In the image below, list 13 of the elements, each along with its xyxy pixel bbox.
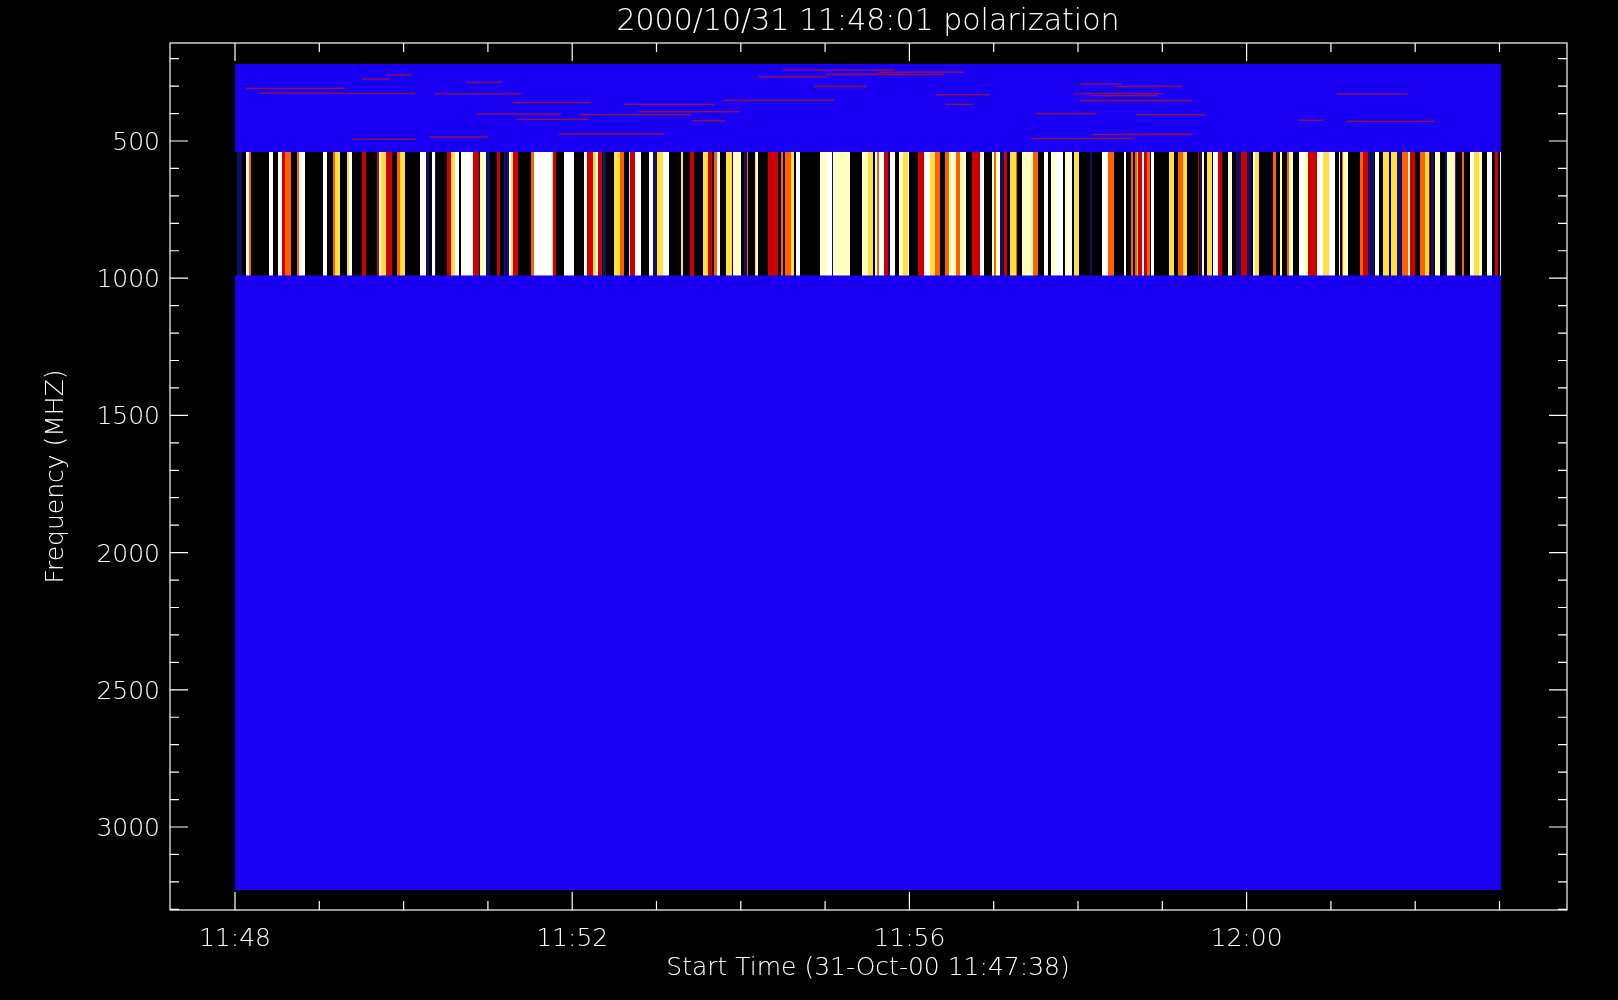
y-tick-label: 1000: [96, 264, 160, 294]
y-tick-label: 3000: [96, 813, 160, 842]
x-tick-label: 12:00: [1210, 923, 1283, 952]
y-tick-label: 2000: [96, 538, 160, 568]
y-tick-label: 500: [112, 127, 160, 156]
x-tick-label: 11:48: [199, 923, 271, 952]
x-tick-label: 11:56: [873, 923, 946, 952]
y-axis-label: Frequency (MHZ): [40, 369, 69, 584]
x-axis-label: Start Time (31-Oct-00 11:47:38): [666, 952, 1070, 981]
y-tick-label: 2500: [96, 675, 160, 705]
x-tick-label: 11:52: [536, 923, 609, 952]
plot-title: 2000/10/31 11:48:01 polarization: [616, 2, 1120, 37]
y-tick-label: 1500: [96, 401, 160, 431]
